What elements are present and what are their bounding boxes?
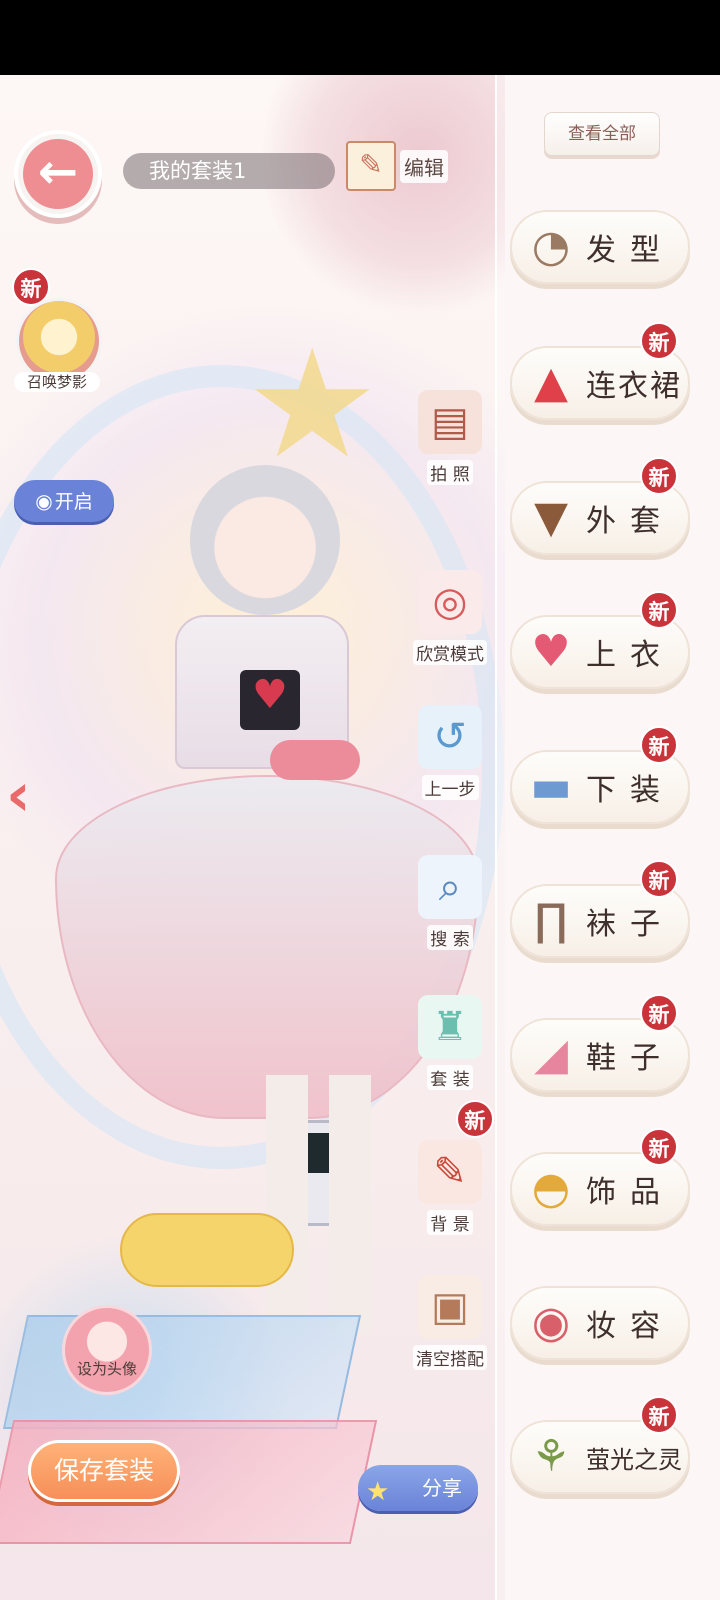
album-camera-icon: ▤	[418, 390, 482, 454]
socks-icon: ∏	[534, 895, 568, 946]
set-avatar-label: 设为头像	[76, 1360, 137, 1378]
edit-button[interactable]: ✎ 编辑	[346, 140, 448, 192]
undo-tool[interactable]: ↺ 上一步	[400, 705, 500, 815]
blue-pedestal	[2, 1315, 362, 1429]
category-label: 萤光之灵	[586, 1445, 682, 1474]
new-badge: 新	[640, 591, 678, 629]
paintbrush-icon: ✎	[418, 1140, 482, 1204]
category-accessories[interactable]: ◓ 饰品 新	[510, 1128, 690, 1226]
category-label: 发型	[586, 233, 674, 268]
tool-label: 清空搭配	[413, 1345, 487, 1370]
category-dress[interactable]: ▲ 连衣裙 新	[510, 322, 690, 420]
save-outfit-button[interactable]: 保存套装	[28, 1440, 180, 1502]
hat-icon: ◓	[531, 1163, 571, 1214]
new-badge: 新	[640, 1396, 678, 1434]
category-label: 上衣	[586, 638, 674, 673]
tool-label: 拍 照	[427, 460, 473, 485]
character-head	[190, 465, 340, 615]
toggle-label: 开启	[54, 491, 93, 513]
shorts-icon: ▬	[530, 761, 572, 812]
set-as-avatar-button[interactable]: 设为头像	[62, 1305, 152, 1395]
new-badge: 新	[456, 1100, 494, 1138]
back-button[interactable]: ←	[14, 130, 102, 218]
category-makeup[interactable]: ◉ 妆容	[510, 1286, 690, 1360]
category-top[interactable]: ♥ 上衣 新	[510, 591, 690, 689]
appreciate-mode-tool[interactable]: ◎ 欣赏模式	[400, 570, 500, 680]
category-panel	[495, 75, 720, 1600]
heels-icon: ◢	[534, 1029, 568, 1080]
waist-bow	[270, 740, 360, 780]
category-label: 妆容	[586, 1309, 674, 1344]
category-firefly-spirit[interactable]: ⚘ 萤光之灵 新	[510, 1396, 690, 1494]
view-all-button[interactable]: 查看全部	[544, 112, 660, 156]
eye-icon: ◉	[35, 489, 53, 513]
outfit-tool[interactable]: ♜ 套 装	[400, 995, 500, 1105]
category-shoes[interactable]: ◢ 鞋子 新	[510, 994, 690, 1092]
category-bottoms[interactable]: ▬ 下装 新	[510, 726, 690, 824]
background-tool[interactable]: ✎ 背 景 新	[400, 1100, 500, 1250]
category-label: 连衣裙	[586, 369, 682, 404]
hair-icon: ◔	[531, 221, 571, 272]
category-label: 外套	[586, 504, 674, 539]
category-socks[interactable]: ∏ 袜子 新	[510, 860, 690, 958]
share-label: 分享	[422, 1476, 462, 1500]
share-button[interactable]: ★ 分享	[358, 1465, 478, 1511]
compact-icon: ◉	[531, 1297, 571, 1348]
character-legs	[245, 1075, 385, 1335]
new-badge: 新	[640, 1128, 678, 1166]
category-label: 鞋子	[586, 1041, 674, 1076]
search-tool[interactable]: ⌕ 搜 索	[400, 855, 500, 965]
edit-label: 编辑	[400, 149, 448, 183]
new-badge: 新	[640, 726, 678, 764]
outfit-icon: ♜	[418, 995, 482, 1059]
dress-icon: ▲	[534, 357, 568, 408]
camera-icon: ◎	[418, 570, 482, 634]
category-label: 袜子	[586, 907, 674, 942]
clear-box-icon: ▣	[418, 1275, 482, 1339]
magnifier-icon: ⌕	[418, 855, 482, 919]
pencil-notepad-icon: ✎	[346, 141, 396, 191]
tool-label: 搜 索	[427, 925, 473, 950]
summon-label: 召唤梦影	[14, 372, 100, 392]
new-badge: 新	[640, 322, 678, 360]
category-coat[interactable]: ▼ 外套 新	[510, 457, 690, 555]
tool-label: 背 景	[427, 1210, 473, 1235]
undo-shirt-icon: ↺	[418, 705, 482, 769]
visibility-toggle-button[interactable]: ◉ 开启	[14, 480, 114, 522]
category-label: 饰品	[586, 1175, 674, 1210]
category-label: 下装	[586, 773, 674, 808]
tool-label: 上一步	[421, 775, 479, 800]
heart-monitor-panel	[240, 670, 300, 730]
new-badge: 新	[640, 457, 678, 495]
clear-outfit-tool[interactable]: ▣ 清空搭配	[400, 1275, 500, 1385]
star-hand-icon: ★	[366, 1477, 390, 1507]
status-bar	[0, 0, 720, 75]
tool-label: 欣赏模式	[413, 640, 487, 665]
outfit-name-field[interactable]: 我的套装1	[123, 153, 335, 189]
new-badge: 新	[640, 860, 678, 898]
shirt-icon: ♥	[531, 626, 571, 677]
back-arrow-icon: ←	[23, 139, 93, 209]
bear-slippers	[120, 1213, 294, 1287]
new-badge: 新	[640, 994, 678, 1032]
photo-tool[interactable]: ▤ 拍 照	[400, 390, 500, 500]
coat-icon: ▼	[534, 492, 568, 543]
summon-dream-shadow-button[interactable]: 新 召唤梦影	[12, 268, 102, 398]
tool-label: 套 装	[427, 1065, 473, 1090]
character-figure[interactable]	[55, 455, 479, 1335]
collapse-arrow-icon[interactable]: ‹	[6, 760, 31, 830]
branch-icon: ⚘	[531, 1431, 571, 1482]
category-hair[interactable]: ◔ 发型	[510, 210, 690, 284]
